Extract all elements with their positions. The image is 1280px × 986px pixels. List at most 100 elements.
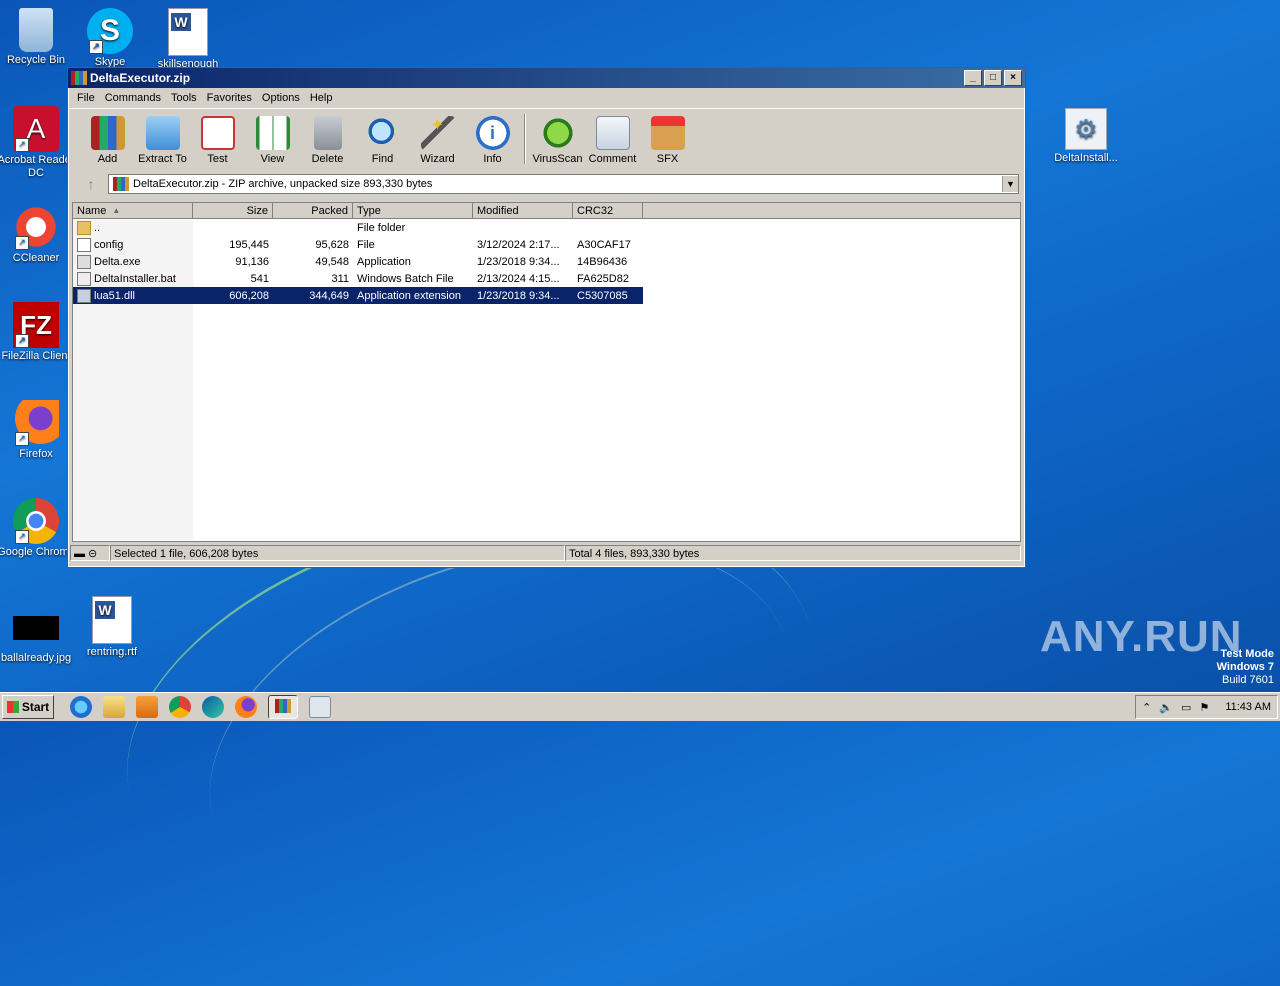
up-arrow-icon[interactable]: ↑ (74, 174, 108, 194)
volume-icon[interactable]: 🔈 (1159, 701, 1173, 714)
clock[interactable]: 11:43 AM (1225, 701, 1271, 713)
column-header-filler (643, 203, 1020, 219)
window-title: DeltaExecutor.zip (90, 71, 191, 85)
menu-bar: File Commands Tools Favorites Options He… (68, 88, 1025, 108)
status-bar: ▬ ⊝ Selected 1 file, 606,208 bytes Total… (70, 545, 1021, 563)
extract-to-button[interactable]: Extract To (135, 116, 190, 169)
network-icon[interactable]: ▭ (1181, 701, 1191, 714)
menu-help[interactable]: Help (305, 92, 338, 104)
menu-file[interactable]: File (72, 92, 100, 104)
column-header-crc32[interactable]: CRC32 (573, 203, 643, 219)
add-icon (90, 116, 125, 150)
chrome-icon: ↗ (13, 498, 59, 544)
skype-icon: S ↗ (87, 8, 133, 54)
virusscan-button[interactable]: VirusScan (530, 116, 585, 169)
menu-favorites[interactable]: Favorites (202, 92, 257, 104)
desktop-icon-skype[interactable]: S ↗ Skype (71, 8, 149, 69)
column-header-packed[interactable]: Packed (273, 203, 353, 219)
toolbar: Add Extract To Test View Delete Find ✦ Wi… (68, 108, 1025, 169)
maximize-button[interactable]: □ (984, 70, 1002, 86)
desktop-icon-acrobat[interactable]: A ↗ Acrobat Reader DC (0, 106, 75, 180)
firefox-taskbar-icon[interactable] (235, 696, 257, 718)
acrobat-icon: A ↗ (13, 106, 59, 152)
column-header-size[interactable]: Size (193, 203, 273, 219)
delete-button[interactable]: Delete (300, 116, 355, 169)
desktop-icon-filezilla[interactable]: FZ ↗ FileZilla Client (0, 302, 75, 363)
folder-icon (145, 116, 180, 150)
start-button[interactable]: Start (2, 695, 54, 719)
window-app-icon[interactable] (309, 696, 331, 718)
minimize-button[interactable]: _ (964, 70, 982, 86)
desktop-icon-label: CCleaner (12, 252, 60, 264)
winrar-taskbar-button[interactable] (268, 695, 298, 719)
view-button[interactable]: View (245, 116, 300, 169)
file-row-parent[interactable]: .. File folder (73, 219, 1020, 236)
drive-icon[interactable]: ▬ ⊝ (70, 545, 110, 561)
menu-options[interactable]: Options (257, 92, 305, 104)
edge-icon[interactable] (202, 696, 224, 718)
column-header-name[interactable]: Name ▲ (73, 203, 193, 219)
chevron-down-icon[interactable]: ▼ (1002, 176, 1018, 192)
add-button[interactable]: Add (80, 116, 135, 169)
desktop-icon-label: FileZilla Client (1, 350, 71, 362)
trash-icon (313, 116, 342, 150)
desktop-icon-label: ballalready.jpg (0, 652, 72, 664)
menu-commands[interactable]: Commands (100, 92, 166, 104)
file-row-lua51-dll[interactable]: lua51.dll 606,208 344,649 Application ex… (73, 287, 643, 304)
close-button[interactable]: × (1004, 70, 1022, 86)
file-row-deltainstaller-bat[interactable]: DeltaInstaller.bat 541 311 Windows Batch… (73, 270, 1020, 287)
desktop-icon-rentring[interactable]: W rentring.rtf (73, 596, 151, 659)
show-hidden-icons-icon[interactable]: ⌃ (1142, 701, 1151, 714)
book-icon (255, 116, 290, 150)
desktop-icon-skillsenough[interactable]: W skillsenough (149, 8, 227, 71)
info-button[interactable]: i Info (465, 116, 520, 169)
folder-icon (77, 220, 91, 235)
winrar-window: DeltaExecutor.zip _ □ × File Commands To… (67, 67, 1026, 568)
sfx-button[interactable]: SFX (640, 116, 695, 169)
desktop-icon-recycle-bin[interactable]: Recycle Bin (0, 8, 75, 67)
test-mode-notice: Test Mode Windows 7 Build 7601 (1216, 648, 1274, 686)
comment-button[interactable]: Comment (585, 116, 640, 169)
column-header-type[interactable]: Type (353, 203, 473, 219)
title-bar[interactable]: DeltaExecutor.zip _ □ × (68, 68, 1025, 88)
media-player-icon[interactable] (136, 696, 158, 718)
filezilla-icon: FZ ↗ (13, 302, 59, 348)
desktop-icon-firefox[interactable]: ↗ Firefox (0, 400, 75, 461)
toolbar-separator (524, 114, 526, 164)
magic-wand-icon: ✦ (420, 116, 455, 150)
file-list-header: Name ▲ Size Packed Type Modified CRC32 (73, 203, 1020, 219)
status-selected: Selected 1 file, 606,208 bytes (110, 545, 565, 561)
ccleaner-icon: ↗ (13, 204, 59, 250)
desktop-icon-deltainstaller[interactable]: ⚙ DeltaInstall... (1047, 108, 1125, 165)
info-icon: i (475, 116, 510, 150)
file-row-config[interactable]: config 195,445 95,628 File 3/12/2024 2:1… (73, 236, 1020, 253)
ie-icon[interactable] (70, 696, 92, 718)
anyrun-watermark: ANY.RUN (1040, 612, 1243, 661)
wizard-button[interactable]: ✦ Wizard (410, 116, 465, 169)
desktop-icon-label: rentring.rtf (86, 646, 138, 658)
column-header-modified[interactable]: Modified (473, 203, 573, 219)
chrome-taskbar-icon[interactable] (169, 696, 191, 718)
desktop-icon-label: Recycle Bin (6, 54, 66, 66)
test-button[interactable]: Test (190, 116, 245, 169)
desktop-icon-ballalready[interactable]: ballalready.jpg (0, 606, 75, 665)
word-document-icon: W (168, 8, 208, 56)
file-row-delta-exe[interactable]: Delta.exe 91,136 49,548 Application 1/23… (73, 253, 1020, 270)
archive-path-field[interactable]: DeltaExecutor.zip - ZIP archive, unpacke… (108, 174, 1019, 194)
gear-icon: ⚙ (1065, 108, 1107, 150)
comment-icon (595, 116, 630, 150)
menu-tools[interactable]: Tools (166, 92, 202, 104)
clipboard-check-icon (200, 116, 235, 150)
zip-icon (113, 177, 129, 191)
desktop-icon-chrome[interactable]: ↗ Google Chrome (0, 498, 75, 559)
explorer-icon[interactable] (103, 696, 125, 718)
action-center-flag-icon[interactable]: ⚑ (1199, 701, 1209, 714)
file-list: Name ▲ Size Packed Type Modified CRC32 ..… (72, 202, 1021, 542)
desktop-icon-ccleaner[interactable]: ↗ CCleaner (0, 204, 75, 265)
find-button[interactable]: Find (355, 116, 410, 169)
magnifier-icon (365, 116, 400, 150)
application-icon (77, 254, 91, 269)
sfx-box-icon (650, 116, 685, 150)
word-document-icon: W (92, 596, 132, 644)
dll-file-icon (77, 288, 91, 303)
